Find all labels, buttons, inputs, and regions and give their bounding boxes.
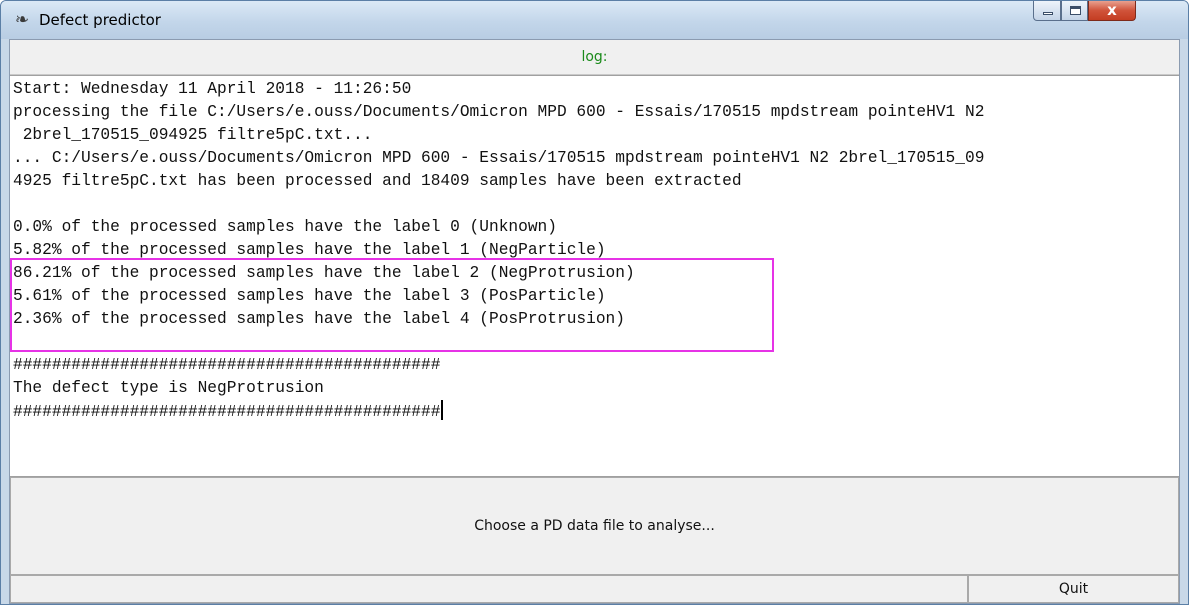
log-line-text: ########################################… [13,403,441,421]
app-window: ❧ Defect predictor x log: Start: Wednesd… [0,0,1189,605]
log-line: processing the file C:/Users/e.ouss/Docu… [13,103,985,121]
log-line: The defect type is NegProtrusion [13,379,324,397]
log-line: ########################################… [13,356,441,374]
text-caret [441,400,444,420]
close-icon: x [1107,1,1117,19]
label-highlight-box [10,258,774,352]
log-line: 2brel_170515_094925 filtre5pC.txt... [13,126,373,144]
client-area: log: Start: Wednesday 11 April 2018 - 11… [9,39,1180,604]
minimize-button[interactable] [1033,1,1061,21]
minimize-icon [1043,12,1053,15]
log-line-last: ########################################… [13,400,444,424]
title-bar[interactable]: ❧ Defect predictor x [1,1,1188,39]
bottom-bar: Quit [10,575,1179,603]
log-line: 0.0% of the processed samples have the l… [13,218,557,236]
log-text-area[interactable]: Start: Wednesday 11 April 2018 - 11:26:5… [10,75,1179,477]
maximize-button[interactable] [1061,1,1088,21]
maximize-icon [1070,6,1081,15]
bottom-empty-cell [10,575,968,603]
log-line: Start: Wednesday 11 April 2018 - 11:26:5… [13,80,412,98]
log-label: log: [10,40,1179,75]
log-line: 4925 filtre5pC.txt has been processed an… [13,172,742,190]
close-button[interactable]: x [1088,1,1136,21]
feather-icon: ❧ [14,10,30,30]
quit-button[interactable]: Quit [968,575,1179,603]
log-line: ... C:/Users/e.ouss/Documents/Omicron MP… [13,149,985,167]
choose-file-button[interactable]: Choose a PD data file to analyse... [10,477,1179,575]
window-title: Defect predictor [39,11,161,29]
